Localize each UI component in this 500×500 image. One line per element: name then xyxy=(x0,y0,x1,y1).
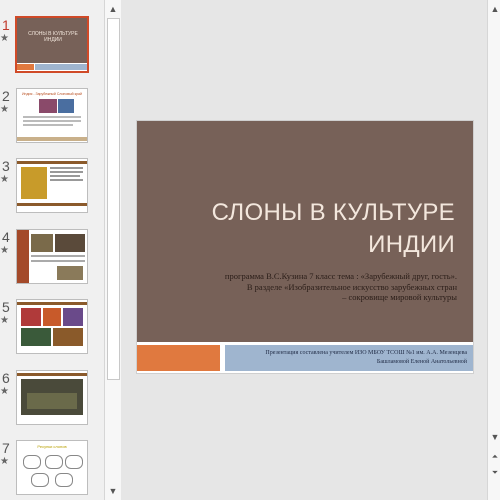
credit-line: Башламовой Еленой Анатольевной xyxy=(376,359,467,365)
editor-scrollbar[interactable]: ▲ ▼ ⏶ ⏷ xyxy=(487,0,500,500)
thumbnail-slide-3[interactable]: 3 ★ xyxy=(0,158,104,218)
thumb-title: Ресунки слонов xyxy=(37,444,67,449)
credit-line: Презентация составлена учителем ИЗО МБОУ… xyxy=(265,350,467,356)
slide-number: 2 xyxy=(2,88,10,104)
animation-star-icon: ★ xyxy=(0,104,9,115)
slide-preview[interactable]: Индия - Зарубежный Слоновый край xyxy=(16,88,88,143)
slide-preview[interactable] xyxy=(16,299,88,354)
thumbnail-slide-7[interactable]: 7 ★ Ресунки слонов xyxy=(0,440,104,500)
thumbnail-slide-2[interactable]: 2 ★ Индия - Зарубежный Слоновый край xyxy=(0,88,104,148)
title-line: ИНДИИ xyxy=(368,231,455,258)
scroll-up-icon[interactable]: ▲ xyxy=(488,2,500,16)
slide-preview[interactable] xyxy=(16,158,88,213)
thumbnail-slide-1[interactable]: 1 ★ СЛОНЫ В КУЛЬТУРЕ ИНДИИ xyxy=(0,16,104,77)
title-line: СЛОНЫ В КУЛЬТУРЕ xyxy=(211,199,455,226)
slide-preview[interactable] xyxy=(16,370,88,425)
slide-number: 7 xyxy=(2,440,10,456)
title-background: СЛОНЫ В КУЛЬТУРЕ ИНДИИ программа В.С.Куз… xyxy=(137,121,473,342)
slide-preview[interactable] xyxy=(16,229,88,284)
next-slide-icon[interactable]: ⏷ xyxy=(488,466,500,480)
thumbnail-scrollbar[interactable]: ▲ ▼ xyxy=(104,0,121,500)
slide-number: 4 xyxy=(2,229,10,245)
slide-editor: СЛОНЫ В КУЛЬТУРЕ ИНДИИ программа В.С.Куз… xyxy=(123,0,487,500)
animation-star-icon: ★ xyxy=(0,315,9,326)
thumb-title: Индия - Зарубежный Слоновый край xyxy=(22,92,82,96)
slide-number: 3 xyxy=(2,158,10,174)
thumbnail-slide-4[interactable]: 4 ★ xyxy=(0,229,104,289)
slide-number: 5 xyxy=(2,299,10,315)
subtitle-line: – сокровище мировой культуры xyxy=(342,292,457,302)
slide-subtitle[interactable]: программа В.С.Кузина 7 класс тема : «Зар… xyxy=(167,271,457,303)
slide-title[interactable]: СЛОНЫ В КУЛЬТУРЕ ИНДИИ xyxy=(137,197,455,261)
author-credit[interactable]: Презентация составлена учителем ИЗО МБОУ… xyxy=(227,349,467,367)
thumb-title: СЛОНЫ В КУЛЬТУРЕ ИНДИИ xyxy=(28,31,78,43)
current-slide[interactable]: СЛОНЫ В КУЛЬТУРЕ ИНДИИ программа В.С.Куз… xyxy=(137,121,473,373)
animation-star-icon: ★ xyxy=(0,174,9,185)
scrollbar-thumb[interactable] xyxy=(107,18,120,380)
slide-number: 6 xyxy=(2,370,10,386)
slide-thumbnail-panel: 1 ★ СЛОНЫ В КУЛЬТУРЕ ИНДИИ 2 ★ Индия - З… xyxy=(0,0,104,500)
slide-preview[interactable]: Ресунки слонов xyxy=(16,440,88,495)
animation-star-icon: ★ xyxy=(0,245,9,256)
thumbnail-slide-5[interactable]: 5 ★ xyxy=(0,299,104,359)
scroll-up-icon[interactable]: ▲ xyxy=(106,2,120,16)
animation-star-icon: ★ xyxy=(0,456,9,467)
orange-accent-bar xyxy=(137,345,220,371)
subtitle-line: программа В.С.Кузина 7 класс тема : «Зар… xyxy=(224,271,457,281)
slide-number: 1 xyxy=(2,17,10,33)
scroll-down-icon[interactable]: ▼ xyxy=(488,430,500,444)
slide-preview[interactable]: СЛОНЫ В КУЛЬТУРЕ ИНДИИ xyxy=(15,16,89,73)
subtitle-line: В разделе «Изобразительное искусство зар… xyxy=(246,281,457,292)
previous-slide-icon[interactable]: ⏶ xyxy=(488,450,500,464)
thumbnail-slide-6[interactable]: 6 ★ xyxy=(0,370,104,430)
animation-star-icon: ★ xyxy=(0,386,9,397)
scroll-down-icon[interactable]: ▼ xyxy=(106,484,120,498)
animation-star-icon: ★ xyxy=(0,33,9,44)
